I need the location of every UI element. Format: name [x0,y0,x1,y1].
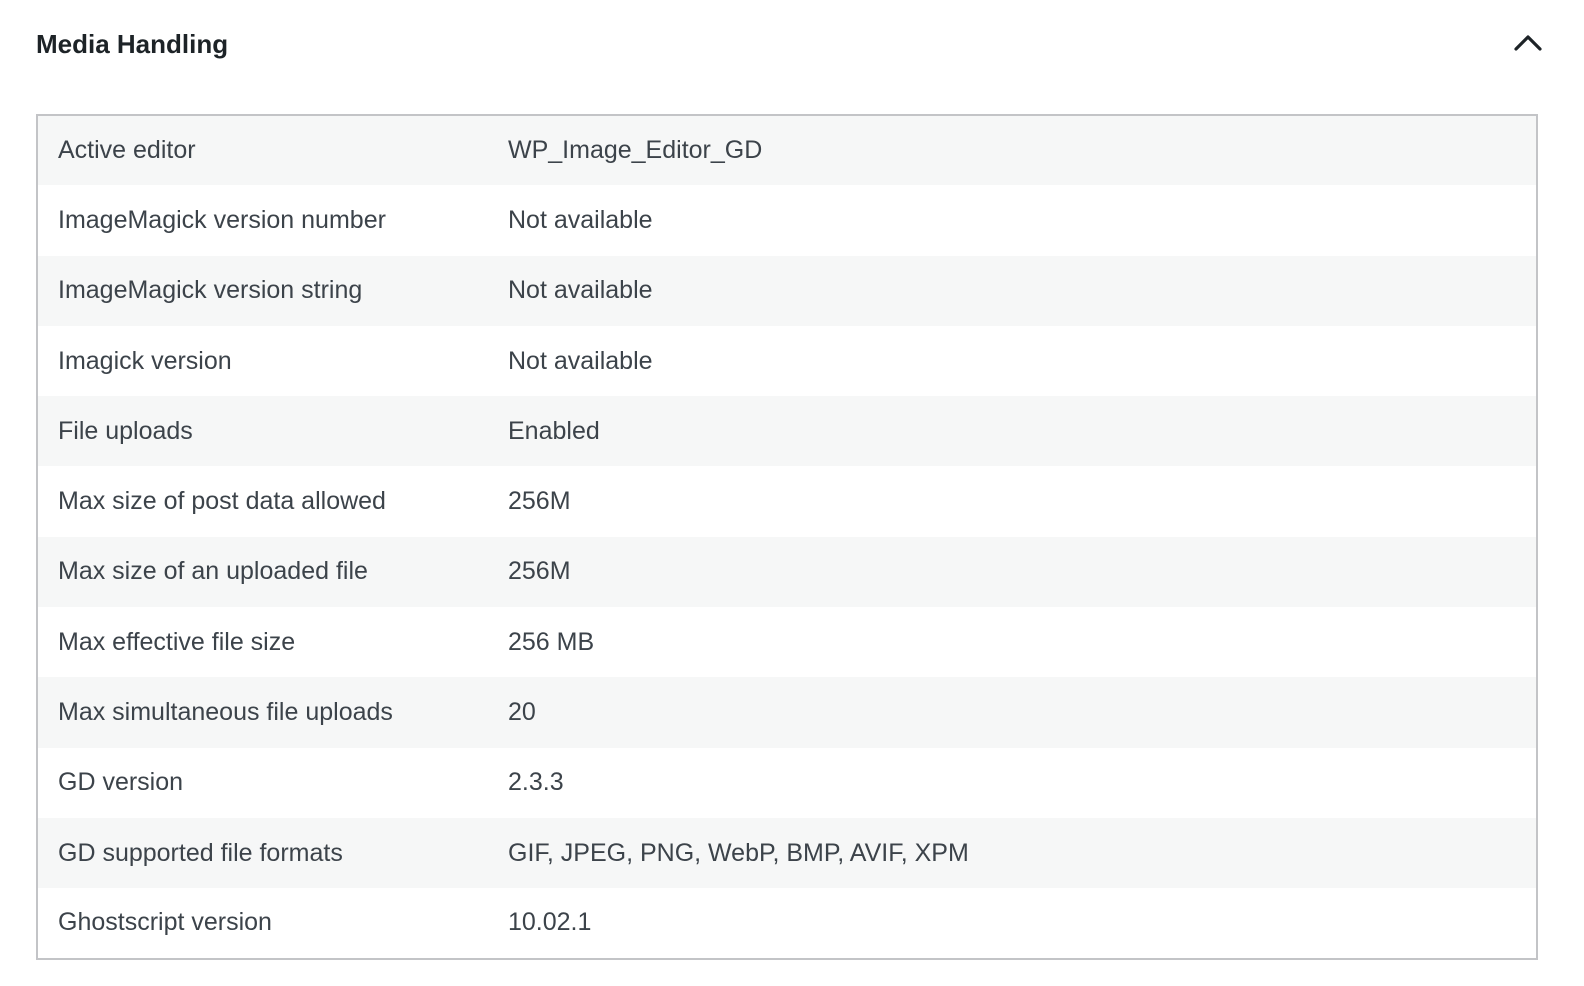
row-label: GD supported file formats [58,838,343,867]
row-value: 256M [508,557,571,586]
row-label: ImageMagick version string [58,276,363,305]
section-header[interactable]: Media Handling [0,0,1584,88]
media-handling-section: Media Handling Active editor WP_Image_Ed… [0,0,1584,986]
row-value: GIF, JPEG, PNG, WebP, BMP, AVIF, XPM [508,838,969,867]
table-row: File uploads Enabled [37,396,1537,467]
table-row: Ghostscript version 10.02.1 [37,888,1537,959]
row-label: Max simultaneous file uploads [58,698,393,727]
table-row: ImageMagick version number Not available [37,185,1537,256]
row-label: Imagick version [58,346,232,375]
row-label: Max size of an uploaded file [58,557,368,586]
table-row: GD supported file formats GIF, JPEG, PNG… [37,817,1537,889]
row-value: Not available [508,205,653,234]
row-value: Not available [508,346,653,375]
row-label: Max size of post data allowed [58,487,386,516]
row-label: Max effective file size [58,627,296,656]
row-value: 256 MB [508,627,595,656]
media-info-table: Active editor WP_Image_Editor_GD ImageMa… [36,114,1538,960]
row-label: GD version [58,768,184,797]
table-row: Max effective file size 256 MB [37,607,1537,678]
table-row: Imagick version Not available [37,325,1537,397]
row-label: Ghostscript version [58,908,272,937]
table-row: Max size of post data allowed 256M [37,466,1537,537]
row-value: 2.3.3 [508,768,564,797]
table-row: ImageMagick version string Not available [37,255,1537,326]
row-value: WP_Image_Editor_GD [508,136,763,165]
row-label: Active editor [58,136,196,165]
table-row: GD version 2.3.3 [37,747,1537,818]
section-title: Media Handling [36,29,229,59]
row-value: 10.02.1 [508,908,592,937]
row-value: Enabled [508,416,600,445]
row-label: ImageMagick version number [58,205,386,234]
table-row: Max size of an uploaded file 256M [37,536,1537,608]
row-label: File uploads [58,416,193,445]
row-value: 20 [508,698,536,727]
row-value: 256M [508,487,571,516]
chevron-up-icon [1514,35,1542,51]
collapse-toggle-button[interactable] [1504,22,1552,62]
table-row: Active editor WP_Image_Editor_GD [37,115,1537,186]
table-row: Max simultaneous file uploads 20 [37,677,1537,748]
row-value: Not available [508,276,653,305]
